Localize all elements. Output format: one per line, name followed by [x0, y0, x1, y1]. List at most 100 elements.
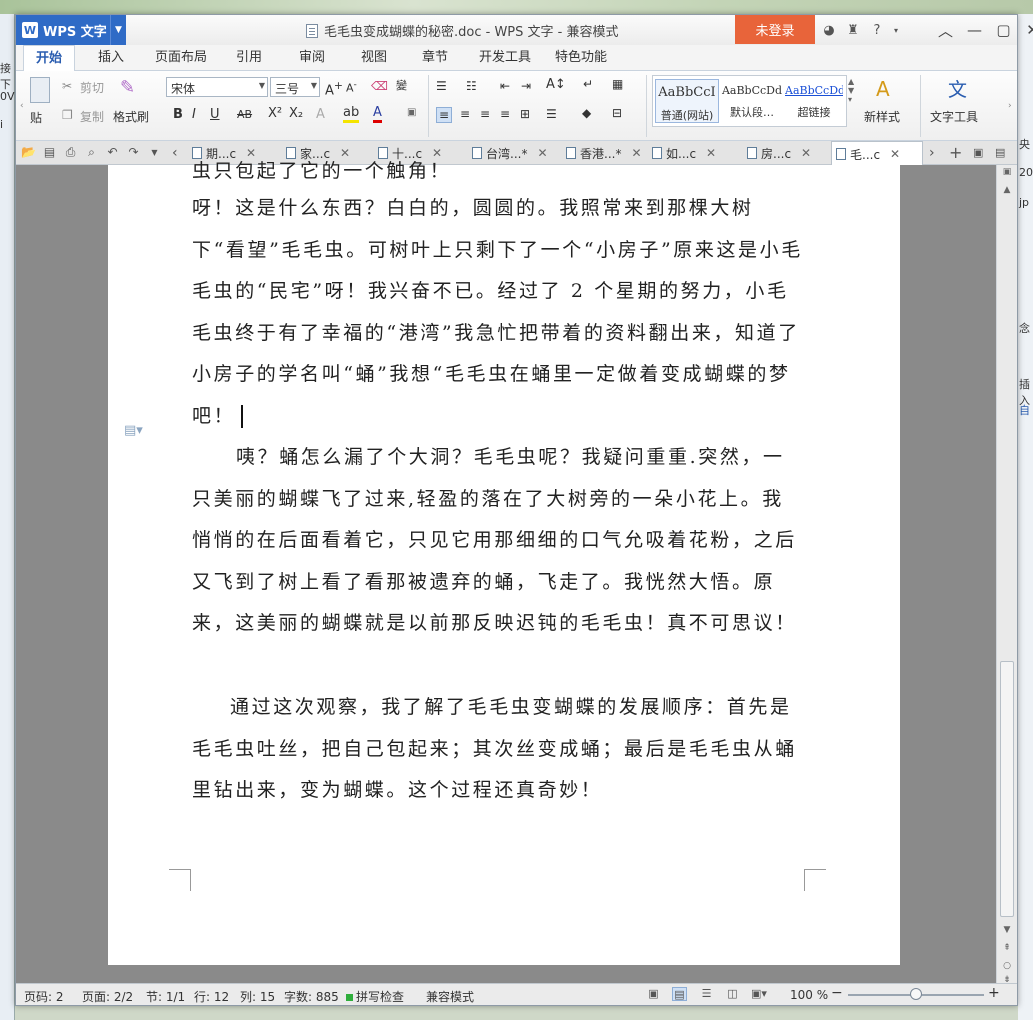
preview-icon[interactable]: ⌕: [83, 144, 100, 161]
font-name-select[interactable]: 宋体 ▼: [166, 77, 268, 97]
select-browse-icon[interactable]: ○: [1000, 961, 1014, 971]
zoom-out-icon[interactable]: −: [831, 985, 843, 1001]
scroll-right-icon[interactable]: ›: [1008, 101, 1012, 111]
zoom-slider-handle[interactable]: [910, 988, 922, 1000]
format-painter-button[interactable]: 格式刷: [113, 108, 149, 125]
text-tools-icon[interactable]: 文: [948, 75, 967, 102]
tabs-next-icon[interactable]: ›: [929, 141, 935, 165]
bullet-list-icon[interactable]: ☰: [436, 79, 447, 93]
italic-icon[interactable]: I: [192, 107, 196, 122]
help-icon[interactable]: ?: [867, 23, 887, 38]
close-icon[interactable]: ✕: [890, 147, 900, 161]
shrink-font-icon[interactable]: A-: [346, 79, 357, 95]
minimize-icon[interactable]: —: [960, 15, 989, 45]
chevron-down-icon[interactable]: ▼: [110, 15, 126, 45]
superscript-icon[interactable]: X²: [268, 106, 282, 121]
read-mode-icon[interactable]: ▣: [646, 987, 661, 1001]
align-center-icon[interactable]: ≡: [460, 107, 470, 121]
phonetic-icon[interactable]: 變: [396, 77, 407, 93]
distributed-icon[interactable]: ⊞: [520, 107, 530, 121]
tab-references[interactable]: 引用: [236, 45, 262, 71]
tab-special[interactable]: 特色功能: [555, 45, 607, 71]
line-spacing-icon[interactable]: ☰: [546, 107, 557, 121]
text-tools-button[interactable]: 文字工具: [930, 108, 978, 125]
tab-review[interactable]: 审阅: [299, 45, 325, 71]
collapse-ribbon-icon[interactable]: ︿: [931, 15, 960, 45]
tab-chapter[interactable]: 章节: [422, 45, 448, 71]
maximize-icon[interactable]: ▢: [989, 15, 1018, 45]
align-right-icon[interactable]: ≡: [480, 107, 490, 121]
tabs-prev-icon[interactable]: ‹: [172, 141, 178, 165]
open-icon[interactable]: 📂: [20, 144, 37, 161]
highlight-icon[interactable]: ab: [343, 105, 360, 123]
shading-icon[interactable]: ◆: [582, 106, 591, 120]
copy-button[interactable]: 复制: [80, 108, 104, 125]
copy-icon[interactable]: ❐: [62, 108, 73, 122]
prev-page-icon[interactable]: ⇞: [1000, 943, 1014, 953]
table-grid-icon[interactable]: ▦: [612, 77, 623, 91]
chevron-down-icon[interactable]: ▾: [891, 26, 901, 35]
char-border-icon[interactable]: ▣: [407, 107, 416, 118]
document-area[interactable]: 虫只包起了它的一个触角！ 呀！这是什么东西？白白的，圆圆的。我照常来到那棵大树下…: [16, 160, 996, 983]
redo-icon[interactable]: ↷: [125, 144, 142, 161]
justify-icon[interactable]: ≡: [500, 107, 510, 121]
strikethrough-icon[interactable]: AB: [237, 108, 252, 121]
skin-icon[interactable]: ◕: [819, 23, 839, 38]
tab-view[interactable]: 视图: [361, 45, 387, 71]
sort-icon[interactable]: ↵: [583, 77, 593, 91]
status-page-code[interactable]: 页码: 2: [24, 988, 64, 1005]
number-list-icon[interactable]: ☷: [466, 79, 477, 93]
status-section[interactable]: 节: 1/1: [146, 988, 185, 1005]
status-column[interactable]: 列: 15: [240, 988, 275, 1005]
font-size-select[interactable]: 三号 ▼: [270, 77, 320, 97]
close-icon[interactable]: ✕: [1018, 15, 1033, 45]
tab-insert[interactable]: 插入: [98, 45, 124, 71]
paragraph-menu-icon[interactable]: ▤▾: [124, 423, 143, 438]
shirt-icon[interactable]: ♜: [843, 23, 863, 38]
cut-button[interactable]: 剪切: [80, 79, 104, 96]
spell-check-toggle[interactable]: 拼写检查: [346, 988, 404, 1005]
zoom-in-icon[interactable]: +: [988, 985, 1000, 1001]
document-page[interactable]: 虫只包起了它的一个触角！ 呀！这是什么东西？白白的，圆圆的。我照常来到那棵大树下…: [108, 160, 900, 965]
style-hyperlink[interactable]: AaBbCcDd 超链接: [785, 79, 843, 123]
scroll-up-icon[interactable]: ▲: [1000, 185, 1014, 195]
chevron-down-icon[interactable]: ▼: [146, 144, 163, 161]
style-scroll-icon[interactable]: ▲ ▼ ▾: [848, 77, 854, 104]
undo-icon[interactable]: ↶: [104, 144, 121, 161]
zoom-level[interactable]: 100 %: [790, 988, 828, 1002]
status-line[interactable]: 行: 12: [194, 988, 229, 1005]
new-style-icon[interactable]: A: [876, 77, 890, 101]
subscript-icon[interactable]: X₂: [289, 106, 303, 121]
bold-icon[interactable]: B: [173, 107, 183, 122]
page-view-icon[interactable]: ▤: [672, 987, 687, 1001]
style-normal-web[interactable]: AaBbCcI 普通(网站): [655, 79, 719, 123]
clear-format-icon[interactable]: ⌫: [371, 79, 388, 93]
font-color-icon[interactable]: A: [373, 105, 382, 123]
tab-developer[interactable]: 开发工具: [479, 45, 531, 71]
tab-menu-icon[interactable]: ▤: [995, 141, 1005, 165]
scroll-down-icon[interactable]: ▼: [1000, 925, 1014, 935]
char-scale-icon[interactable]: A↕: [546, 77, 566, 92]
brush-icon[interactable]: ✎: [120, 77, 135, 98]
save-icon[interactable]: ▤: [41, 144, 58, 161]
tab-home[interactable]: 开始: [23, 45, 75, 72]
scissors-icon[interactable]: ✂: [62, 79, 72, 93]
web-view-icon[interactable]: ◫: [725, 987, 740, 1001]
border-icon[interactable]: ⊟: [612, 106, 622, 120]
status-word-count[interactable]: 字数: 885: [284, 988, 339, 1005]
scroll-up-icon[interactable]: ▣: [1000, 167, 1014, 177]
grow-font-icon[interactable]: A+: [325, 79, 343, 98]
new-tab-icon[interactable]: +: [949, 141, 962, 165]
style-default-paragraph[interactable]: AaBbCcDd 默认段…: [720, 79, 784, 123]
print-icon[interactable]: ⎙: [62, 144, 79, 161]
tab-page-layout[interactable]: 页面布局: [155, 45, 207, 71]
text-effect-icon[interactable]: A: [316, 107, 325, 122]
view-options-icon[interactable]: ▣▾: [751, 987, 767, 1001]
login-button[interactable]: 未登录: [735, 15, 815, 44]
new-style-button[interactable]: 新样式: [864, 108, 900, 125]
underline-icon[interactable]: U: [210, 107, 220, 122]
scrollbar-thumb[interactable]: [1000, 661, 1014, 917]
document-tab-active[interactable]: 毛...c ✕: [831, 141, 923, 166]
tab-list-icon[interactable]: ▣: [973, 141, 983, 165]
paste-button[interactable]: 贴: [30, 109, 42, 126]
